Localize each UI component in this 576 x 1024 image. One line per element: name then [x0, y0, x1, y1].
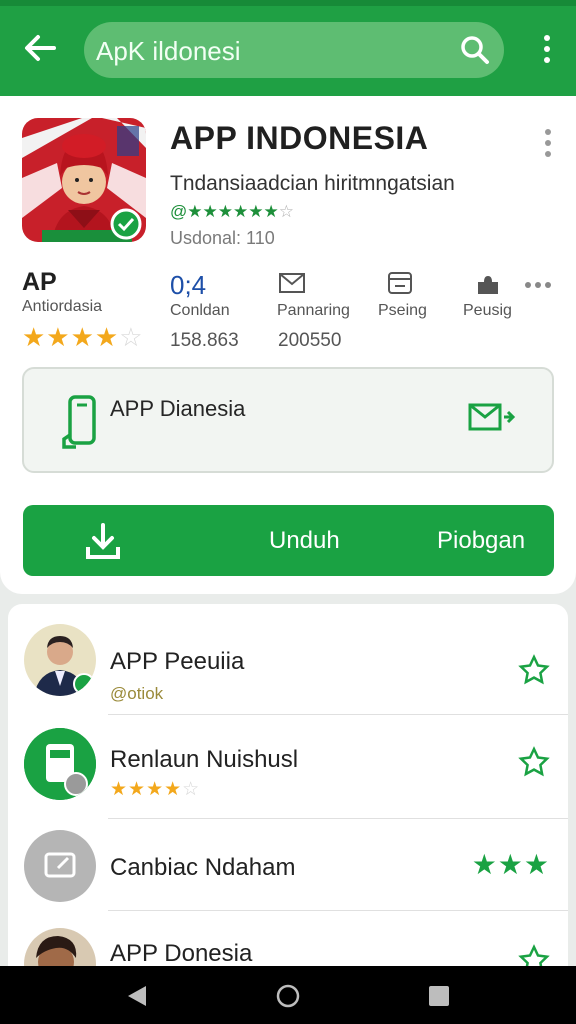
- download-label: Unduh: [269, 527, 340, 554]
- search-bar[interactable]: ApK ildonesi: [84, 22, 504, 78]
- stat-peusig-label: Peusig: [463, 302, 512, 319]
- star-outline-icon[interactable]: [518, 654, 550, 686]
- more-vert-icon[interactable]: [542, 128, 554, 158]
- list-stars-filled: ★★★★: [110, 779, 183, 800]
- list-item[interactable]: Renlaun Nuishusl ★★★★☆: [8, 724, 568, 820]
- stat-pannaring-label: Pannaring: [277, 302, 350, 319]
- more-horiz-icon[interactable]: [524, 280, 552, 290]
- status-strip: [0, 0, 576, 6]
- divider: [108, 910, 568, 911]
- search-icon[interactable]: [460, 35, 490, 65]
- calendar-icon: [388, 272, 412, 294]
- avatar: [24, 728, 96, 800]
- list-stars-empty: ☆: [182, 779, 201, 800]
- puzzle-icon: [478, 276, 498, 294]
- list-item[interactable]: Canbiac Ndaham ★★★: [8, 828, 568, 918]
- app-title: APP INDONESIA: [170, 120, 429, 156]
- list-item-green-stars: ★★★: [471, 849, 550, 880]
- download-secondary-label: Piobgan: [437, 527, 526, 554]
- download-button[interactable]: Unduh Piobgan: [23, 505, 554, 576]
- stat-pannaring-number: 200550: [278, 330, 342, 351]
- app-subtitle: Tndansiaadcian hiritmngatsian: [170, 172, 455, 195]
- list-item-subtitle: @otiok: [110, 684, 164, 703]
- stat-stars-empty: ☆: [119, 322, 144, 352]
- phone-icon: [62, 395, 96, 449]
- list-item-title: APP Donesia: [110, 940, 253, 967]
- divider: [108, 714, 568, 715]
- app-rating-line: @★★★★★★☆: [170, 202, 294, 222]
- more-vert-icon[interactable]: [540, 34, 554, 64]
- nav-home-icon[interactable]: [276, 984, 300, 1008]
- info-box-label: APP Dianesia: [110, 396, 246, 421]
- list-item-title: Renlaun Nuishusl: [110, 746, 299, 773]
- avatar: [24, 624, 96, 696]
- stat-downloads-number: 158.863: [170, 330, 239, 351]
- rating-stars-filled: @★★★★★★: [170, 202, 279, 221]
- download-icon: [86, 523, 120, 559]
- stat-rating-label: Antiordasia: [22, 298, 103, 315]
- stat-downloads-label: Conldan: [170, 302, 230, 319]
- list-item-title: Canbiac Ndaham: [110, 854, 296, 881]
- stat-rating-stars: ★★★★☆: [22, 322, 144, 353]
- nav-back-icon[interactable]: [126, 984, 148, 1008]
- info-box[interactable]: APP Dianesia: [22, 367, 554, 473]
- nav-recents-icon[interactable]: [428, 985, 450, 1007]
- mail-arrow-icon[interactable]: [468, 401, 516, 435]
- stat-stars-filled: ★★★★: [22, 322, 120, 352]
- related-apps-list: APP Peeuiia @otiok Renlaun Nuishusl ★★★★…: [8, 604, 568, 984]
- search-input[interactable]: ApK ildonesi: [96, 36, 241, 67]
- divider: [108, 818, 568, 819]
- app-bar: ApK ildonesi: [0, 0, 576, 96]
- star-outline-icon[interactable]: [518, 746, 550, 778]
- rating-stars-empty: ☆: [278, 202, 294, 221]
- stat-rating-big: AP: [22, 268, 57, 296]
- list-item-title: APP Peeuiia: [110, 648, 245, 675]
- installs-text: Usdonal: 110: [170, 228, 275, 248]
- app-icon: [22, 118, 146, 242]
- back-arrow-icon[interactable]: [22, 30, 58, 66]
- stat-downloads-big: 0;4: [170, 270, 207, 300]
- system-nav-bar: [0, 966, 576, 1024]
- list-item[interactable]: APP Peeuiia @otiok: [8, 620, 568, 716]
- avatar: [24, 830, 96, 902]
- list-item-stars: ★★★★☆: [110, 778, 200, 801]
- stat-pseing-label: Pseing: [378, 302, 427, 319]
- mail-icon: [279, 273, 305, 293]
